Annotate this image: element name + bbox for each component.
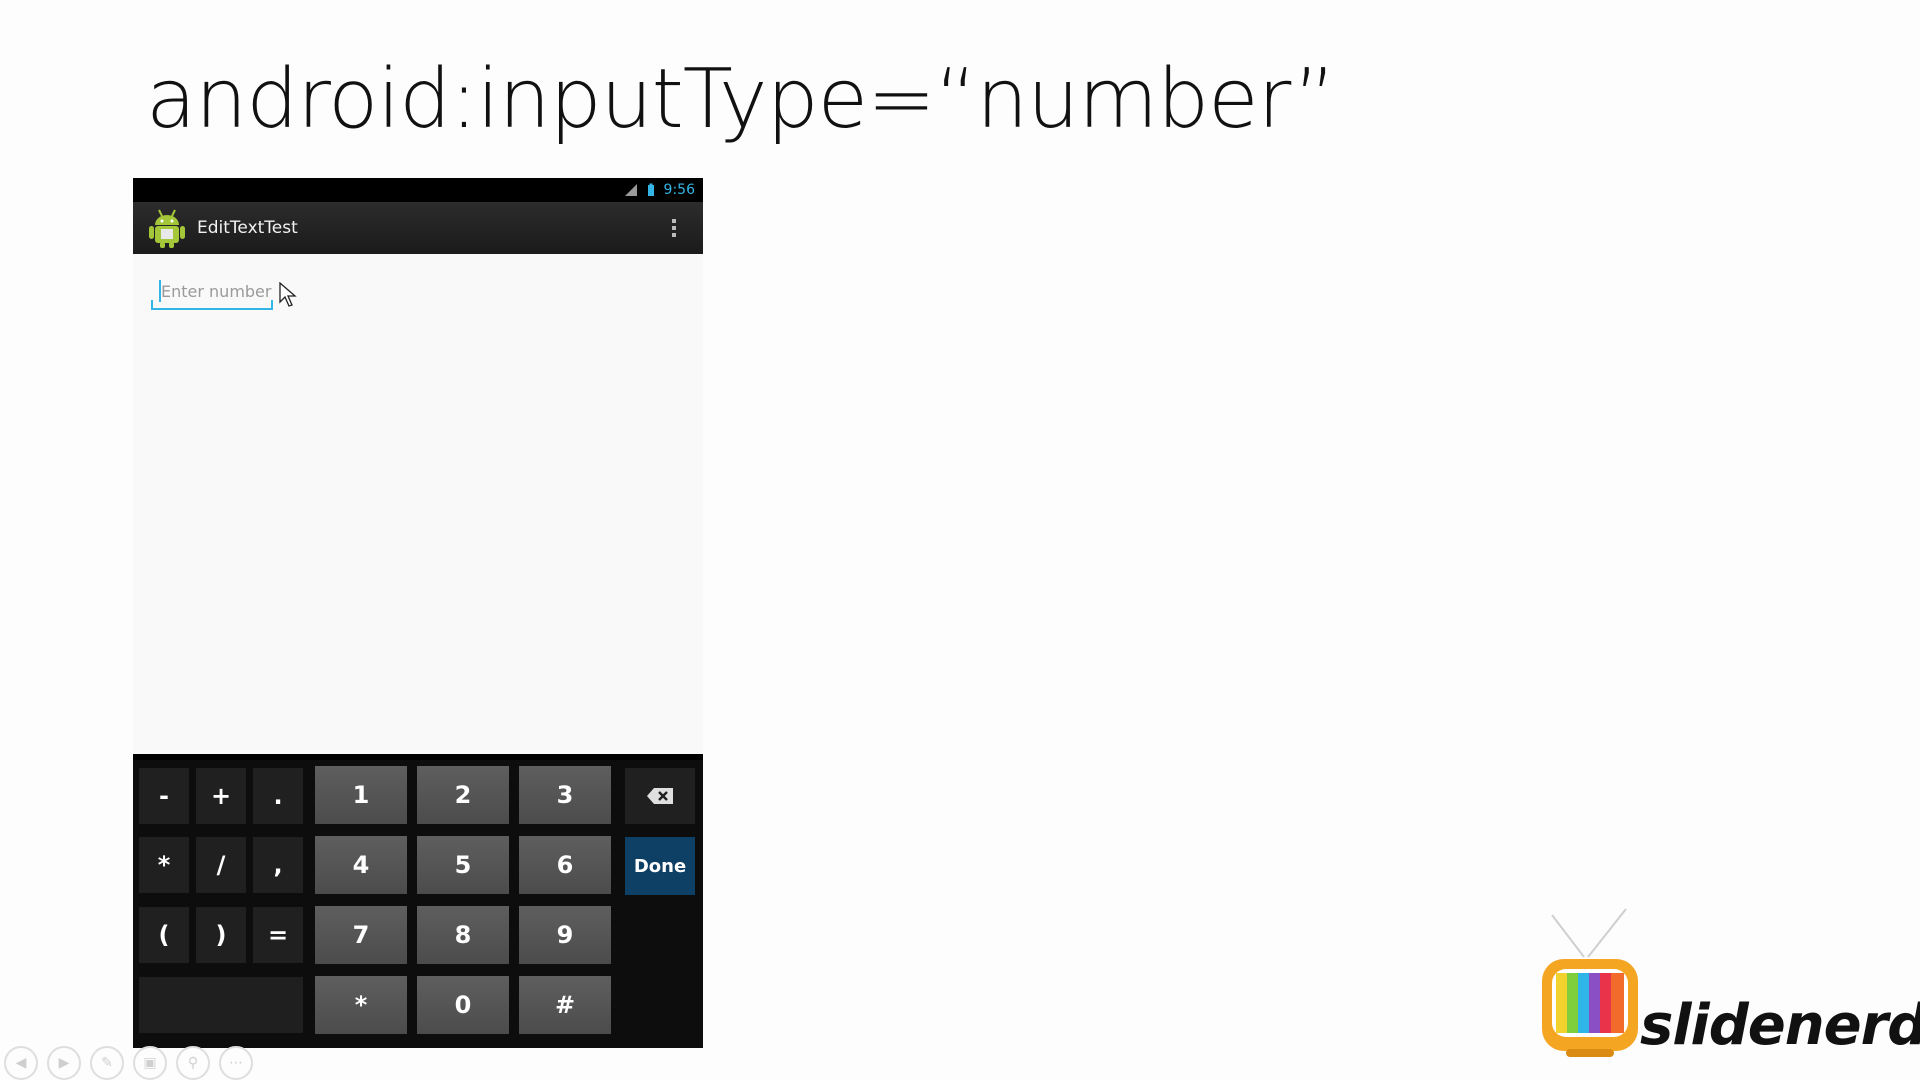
key-4[interactable]: 4: [315, 836, 407, 894]
key-1[interactable]: 1: [315, 766, 407, 824]
key-hash[interactable]: #: [519, 976, 611, 1034]
zoom-icon[interactable]: ⚲: [176, 1046, 210, 1080]
pen-icon[interactable]: ✎: [90, 1046, 124, 1080]
slide-title: android:inputType=“number”: [146, 52, 1336, 147]
tv-icon: [1542, 908, 1638, 1057]
key-period[interactable]: .: [253, 768, 303, 824]
overflow-menu-icon[interactable]: [671, 216, 677, 240]
done-button[interactable]: Done: [625, 837, 695, 895]
key-9[interactable]: 9: [519, 906, 611, 964]
action-bar: EditTextTest: [133, 202, 703, 254]
numeric-keyboard: - + . 1 2 3 * / , 4 5 6 Done ( ) = 7 8 9…: [133, 760, 703, 1048]
key-8[interactable]: 8: [417, 906, 509, 964]
more-icon[interactable]: ⋯: [219, 1046, 253, 1080]
slidenerd-logo: slidenerd: [1536, 905, 1920, 1065]
key-0[interactable]: 0: [417, 976, 509, 1034]
key-space[interactable]: [139, 977, 303, 1033]
slides-icon[interactable]: ▣: [133, 1046, 167, 1080]
backspace-icon: [647, 788, 673, 804]
app-title: EditTextTest: [197, 218, 298, 238]
key-7[interactable]: 7: [315, 906, 407, 964]
key-comma[interactable]: ,: [253, 837, 303, 893]
number-input[interactable]: Enter number: [151, 274, 273, 310]
key-slash[interactable]: /: [196, 837, 246, 893]
key-equals[interactable]: =: [253, 907, 303, 963]
key-5[interactable]: 5: [417, 836, 509, 894]
android-icon: [149, 209, 185, 248]
key-plus[interactable]: +: [196, 768, 246, 824]
status-bar: 9:56: [133, 178, 703, 202]
key-backspace[interactable]: [625, 768, 695, 824]
key-close-paren[interactable]: ): [196, 907, 246, 963]
next-icon[interactable]: ▶: [47, 1046, 81, 1080]
key-open-paren[interactable]: (: [139, 907, 189, 963]
key-6[interactable]: 6: [519, 836, 611, 894]
key-minus[interactable]: -: [139, 768, 189, 824]
battery-icon: [647, 183, 654, 196]
mouse-pointer-icon: [279, 282, 297, 307]
key-3[interactable]: 3: [519, 766, 611, 824]
signal-icon: [624, 184, 637, 196]
key-2[interactable]: 2: [417, 766, 509, 824]
key-asterisk-symbol[interactable]: *: [139, 837, 189, 893]
slideshow-controls: ◀ ▶ ✎ ▣ ⚲ ⋯: [4, 1046, 253, 1080]
number-input-placeholder: Enter number: [161, 282, 272, 301]
logo-text: slidenerd: [1640, 993, 1920, 1058]
activity-content: Enter number: [133, 254, 703, 754]
status-time: 9:56: [663, 182, 695, 198]
previous-icon[interactable]: ◀: [4, 1046, 38, 1080]
key-asterisk[interactable]: *: [315, 976, 407, 1034]
android-screen: 9:56 EditTextTest Enter number - + . 1 2…: [133, 178, 703, 1048]
